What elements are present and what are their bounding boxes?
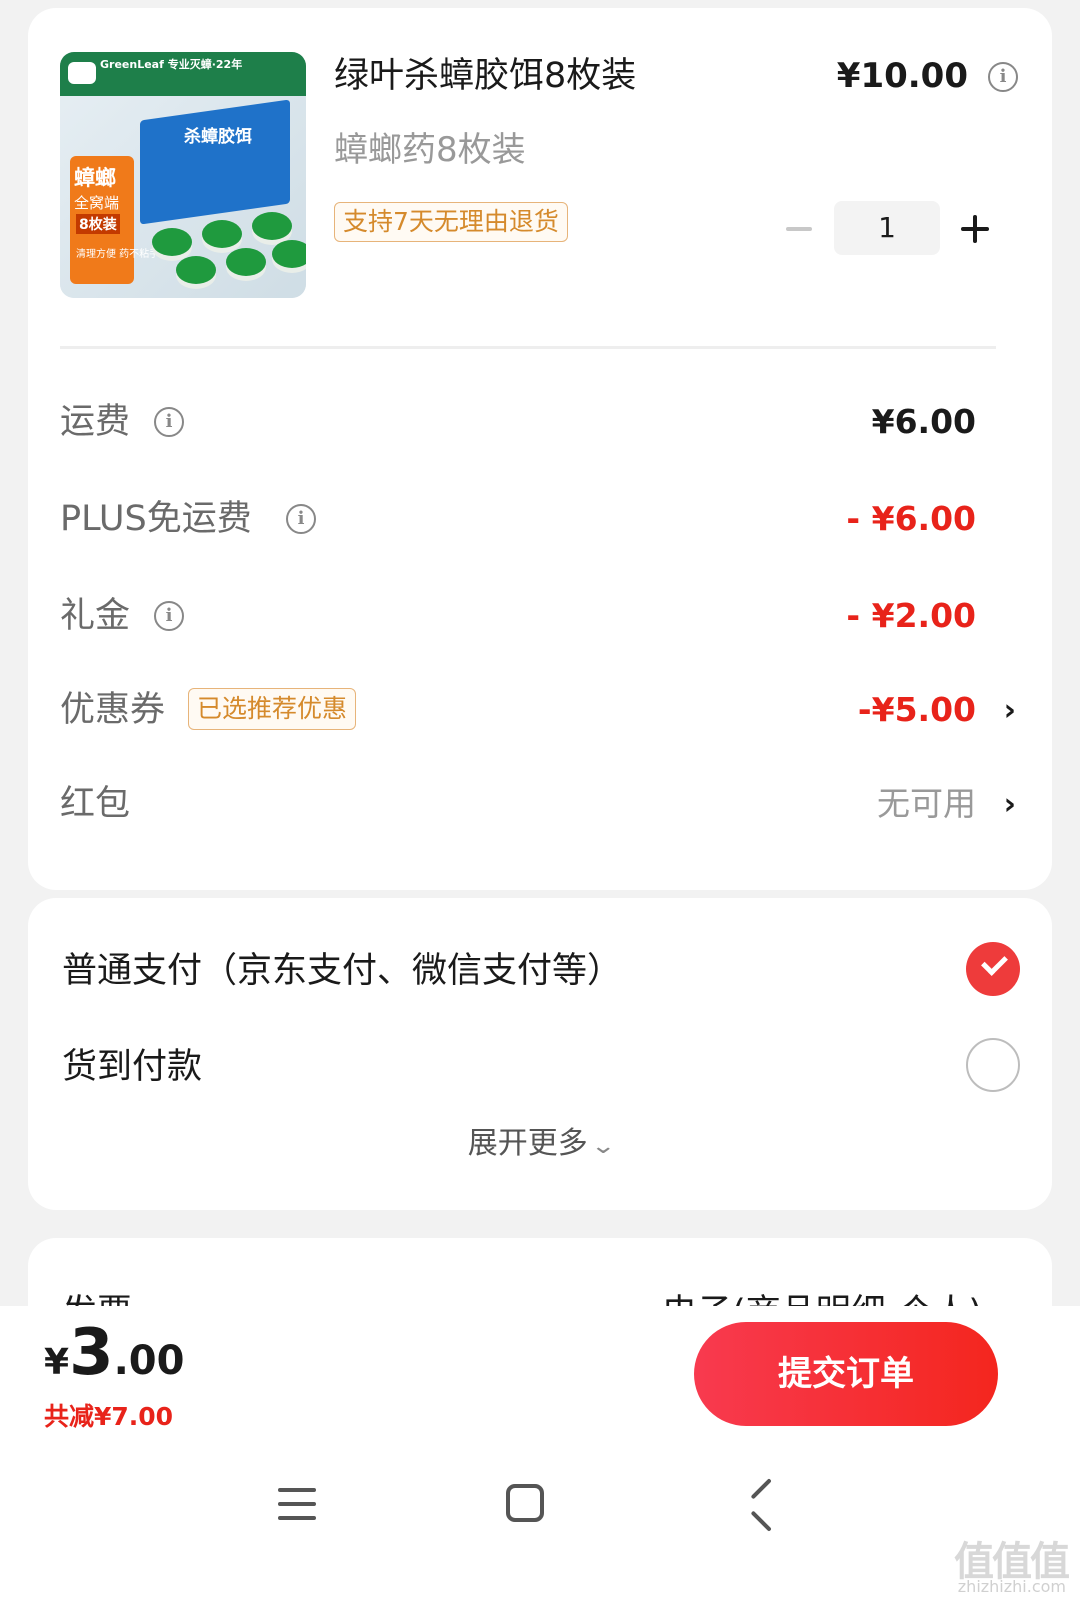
quantity-value[interactable]: 1 bbox=[834, 201, 940, 255]
coupon-selected-tag: 已选推荐优惠 bbox=[188, 688, 357, 730]
chevron-right-icon[interactable]: › bbox=[1004, 788, 1016, 822]
divider bbox=[60, 346, 996, 349]
system-nav-bar: 值值值 zhizhizhi.com bbox=[0, 1448, 1080, 1607]
payment-option-online[interactable]: 普通支付（京东支付、微信支付等） bbox=[28, 936, 1052, 1006]
expand-more-button[interactable]: 展开更多 ⌄ bbox=[28, 1124, 1052, 1167]
fee-value: -¥5.00 bbox=[857, 690, 976, 729]
back-icon[interactable] bbox=[748, 1486, 778, 1522]
radio-unchecked-icon[interactable] bbox=[966, 1038, 1020, 1092]
quantity-increase-button[interactable] bbox=[960, 212, 990, 246]
fee-value: 无可用 bbox=[877, 784, 976, 823]
submit-order-button[interactable]: 提交订单 bbox=[694, 1322, 998, 1426]
fee-row-red-packet[interactable]: 红包 无可用 › bbox=[28, 774, 1052, 834]
total-discount: 共减¥7.00 bbox=[44, 1402, 174, 1431]
info-icon[interactable]: i bbox=[286, 504, 316, 534]
quantity-decrease-button[interactable] bbox=[784, 212, 814, 246]
fee-label: 红包 bbox=[60, 784, 131, 824]
brand-text: GreenLeaf 专业灭蟑·22年 bbox=[100, 58, 243, 71]
info-icon[interactable]: i bbox=[154, 601, 184, 631]
product-image[interactable]: GreenLeaf 专业灭蟑·22年 杀蟑胶饵 蟑螂 全窝端 8枚装 清理方便 … bbox=[60, 52, 306, 298]
fee-label: 运费 bbox=[60, 402, 131, 442]
chevron-down-icon: ⌄ bbox=[590, 1134, 616, 1159]
info-icon[interactable]: i bbox=[154, 407, 184, 437]
payment-card: 普通支付（京东支付、微信支付等） 货到付款 展开更多 ⌄ bbox=[28, 898, 1052, 1210]
product-price: ¥10.00 bbox=[836, 56, 968, 96]
fee-row-shipping: 运费 i ¥6.00 bbox=[28, 392, 1052, 452]
home-icon[interactable] bbox=[506, 1484, 544, 1522]
payment-option-label: 普通支付（京东支付、微信支付等） bbox=[62, 951, 623, 991]
fee-value: - ¥6.00 bbox=[846, 499, 976, 538]
fee-value: ¥6.00 bbox=[871, 402, 976, 441]
recent-apps-icon[interactable] bbox=[278, 1486, 318, 1522]
box-title: 杀蟑胶饵 bbox=[184, 127, 252, 147]
fee-label: 优惠券 bbox=[60, 690, 166, 730]
fee-row-plus-free-shipping: PLUS免运费 i - ¥6.00 bbox=[28, 489, 1052, 549]
fee-label: 礼金 bbox=[60, 596, 131, 636]
check-icon[interactable] bbox=[966, 942, 1020, 996]
info-icon[interactable]: i bbox=[988, 62, 1018, 92]
brand-logo bbox=[68, 62, 96, 84]
product-card: GreenLeaf 专业灭蟑·22年 杀蟑胶饵 蟑螂 全窝端 8枚装 清理方便 … bbox=[28, 8, 1052, 890]
fee-value: - ¥2.00 bbox=[846, 596, 976, 635]
payment-option-cod[interactable]: 货到付款 bbox=[28, 1032, 1052, 1102]
order-confirm-page: GreenLeaf 专业灭蟑·22年 杀蟑胶饵 蟑螂 全窝端 8枚装 清理方便 … bbox=[0, 0, 1080, 1607]
fee-label: PLUS免运费 bbox=[60, 499, 252, 539]
return-policy-tag: 支持7天无理由退货 bbox=[334, 202, 568, 242]
fee-row-coupon[interactable]: 优惠券 已选推荐优惠 -¥5.00 › bbox=[28, 680, 1052, 740]
total-price: ¥3.00 bbox=[44, 1316, 185, 1390]
watermark: 值值值 zhizhizhi.com bbox=[954, 1539, 1070, 1596]
checkout-bar: ¥3.00 共减¥7.00 提交订单 bbox=[0, 1306, 1080, 1448]
payment-option-label: 货到付款 bbox=[62, 1047, 203, 1087]
product-title[interactable]: 绿叶杀蟑胶饵8枚装 bbox=[334, 56, 636, 96]
product-subtitle: 蟑螂药8枚装 bbox=[334, 130, 526, 170]
chevron-right-icon[interactable]: › bbox=[1004, 694, 1016, 728]
fee-row-gift-money: 礼金 i - ¥2.00 bbox=[28, 586, 1052, 646]
